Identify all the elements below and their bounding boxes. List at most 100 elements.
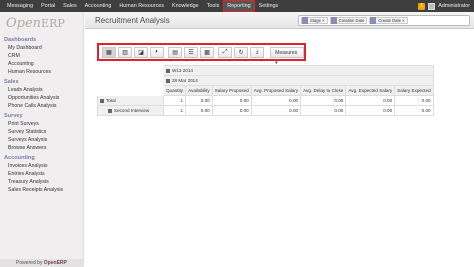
sidebar-item-accounting[interactable]: Accounting (0, 60, 83, 68)
bar-chart-button[interactable]: ▥ (118, 46, 133, 58)
sidebar-item-phone-calls-analysis[interactable]: Phone Calls Analysis (0, 102, 83, 110)
pivot-corner (98, 86, 164, 96)
search-facet[interactable]: Creation Date (329, 17, 368, 24)
download-icon: ⤓ (255, 48, 259, 55)
pivot-measure-header[interactable]: Salary Expected (394, 85, 434, 96)
pivot-cell: 0.00 (394, 95, 434, 106)
pivot-cell: 1 (162, 105, 187, 116)
expand-icon (108, 108, 112, 113)
pivot-view-button[interactable]: ▦ (102, 46, 117, 58)
columns-icon: ▤ (172, 49, 178, 56)
menu-item-accounting[interactable]: Accounting (81, 0, 116, 12)
header-bar: Recruitment Analysis Stage × Creation Dat… (85, 12, 474, 29)
sidebar-item-surveys-analysis[interactable]: Surveys Analysis (0, 136, 83, 144)
line-chart-icon: ◪ (138, 49, 144, 56)
menu-item-reporting[interactable]: Reporting (223, 0, 255, 12)
collapse-icon (100, 98, 104, 103)
pivot-cell: 0.00 (185, 105, 213, 116)
reload-button[interactable]: ↻ (234, 46, 249, 58)
menu-item-human-resources[interactable]: Human Resources (115, 0, 168, 12)
measures-dropdown[interactable]: Measures ▾ (270, 46, 305, 66)
sidebar-section-survey: Survey (4, 113, 23, 119)
logo[interactable]: OpenERP (0, 12, 83, 34)
sidebar-section-sales: Sales (4, 79, 19, 85)
top-menu: Messaging Portal Sales Accounting Human Reso… (0, 0, 282, 12)
pivot-header-row: 28 Mar 2014 (98, 75, 434, 86)
sidebar-item-opportunities-analysis[interactable]: Opportunities Analysis (0, 94, 83, 102)
user-area: 1 Administrator (418, 0, 470, 12)
sidebar-item-my-dashboard[interactable]: My Dashboard (0, 44, 83, 52)
pivot-cell: 0.00 (300, 95, 347, 106)
pivot-row-label: Total (106, 98, 116, 103)
table-row: Total 1 0.00 0.00 0.00 0.00 0.00 0.00 (97, 95, 434, 106)
sidebar-list: Dashboards My Dashboard CRM Accounting Human… (0, 36, 83, 194)
sidebar-item-treasury-analysis[interactable]: Treasury Analysis (0, 178, 83, 186)
sidebar-item-browse-answers[interactable]: Browse Answers (0, 144, 83, 152)
sidebar-item-survey-statistics[interactable]: Survey Statistics (0, 128, 83, 136)
table-row: Second Interview 1 0.00 0.00 0.00 0.00 0.00 0.0… (97, 105, 434, 116)
sidebar: OpenERP Dashboards My Dashboard CRM Account… (0, 12, 84, 267)
user-name[interactable]: Administrator (438, 3, 470, 9)
pivot-measure-header[interactable]: Availability (185, 85, 213, 96)
pivot-cell: 0.00 (250, 95, 302, 106)
heatmap-button[interactable]: ▩ (200, 46, 215, 58)
line-chart-button[interactable]: ◪ (134, 46, 149, 58)
pivot-row-header[interactable]: Total (97, 95, 164, 106)
facet-label: Stage × (310, 18, 325, 23)
collapse-icon (166, 78, 170, 83)
menu-item-messaging[interactable]: Messaging (3, 0, 37, 12)
pie-chart-button[interactable]: ◐ (150, 46, 165, 58)
pivot-measure-row: Quantity Availability Salary Proposed Avg. … (98, 85, 434, 96)
page-title: Recruitment Analysis (95, 16, 170, 25)
menu-item-knowledge[interactable]: Knowledge (168, 0, 203, 12)
facet-label: Create Date × (378, 18, 405, 23)
pivot-cell: 0.00 (345, 105, 396, 116)
expand-rows-button[interactable]: ☰ (184, 46, 199, 58)
avatar[interactable] (428, 2, 436, 10)
sidebar-item-leads-analysis[interactable]: Leads Analysis (0, 86, 83, 94)
logo-part1: Open (6, 16, 42, 31)
pivot-row-header[interactable]: Second Interview (97, 105, 164, 116)
top-menu-bar: Messaging Portal Sales Accounting Human Reso… (0, 0, 474, 12)
pivot-col-sub[interactable]: 28 Mar 2014 (163, 75, 434, 86)
rows-icon: ☰ (188, 49, 194, 56)
pivot-measure-header[interactable]: Salary Proposed (211, 85, 252, 96)
sidebar-item-sales-receipts-analysis[interactable]: Sales Receipts Analysis (0, 186, 83, 194)
pivot-cell: 0.00 (185, 95, 213, 106)
pivot-col-group[interactable]: W13 2014 (163, 65, 434, 76)
sidebar-item-human-resources[interactable]: Human Resources (0, 68, 83, 76)
menu-item-sales[interactable]: Sales (59, 0, 81, 12)
sidebar-item-entries-analysis[interactable]: Entries Analysis (0, 170, 83, 178)
pivot-row-label: Second Interview (114, 108, 150, 113)
pivot-measure-header[interactable]: Avg. Proposed Salary (250, 85, 302, 96)
search-input[interactable]: Stage × Creation Date Create Date × (298, 15, 470, 26)
sidebar-item-crm[interactable]: CRM (0, 52, 83, 60)
table-icon: ▦ (106, 49, 112, 56)
sidebar-item-print-surveys[interactable]: Print Surveys (0, 120, 83, 128)
expand-columns-button[interactable]: ▤ (168, 46, 183, 58)
notification-badge[interactable]: 1 (418, 2, 426, 10)
bar-chart-icon: ▥ (122, 49, 128, 56)
pivot-measure-header[interactable]: Avg. Expected Salary (345, 85, 396, 96)
search-facet[interactable]: Create Date × (369, 17, 408, 24)
sidebar-item-invoices-analysis[interactable]: Invoices Analysis (0, 162, 83, 170)
sidebar-section-dashboards: Dashboards (4, 37, 37, 43)
pivot-cell: 1 (162, 95, 187, 106)
pivot-measure-header[interactable]: Quantity (162, 85, 187, 96)
swap-axis-button[interactable]: ⤢ (218, 46, 233, 58)
footer-prefix: Powered by (16, 260, 43, 266)
footer-brand[interactable]: OpenERP (44, 260, 67, 266)
pivot-col-sub-label: 28 Mar 2014 (172, 78, 198, 83)
grid-icon: ▩ (204, 49, 210, 56)
pivot-toolbar: ▦ ▥ ◪ ◐ ▤ ☰ ▩ ⤢ ↻ ⤓ Measures ▾ (97, 43, 306, 66)
menu-item-tools[interactable]: Tools (203, 0, 224, 12)
refresh-icon: ↻ (238, 49, 244, 56)
menu-item-portal[interactable]: Portal (37, 0, 59, 12)
pivot-header-row: W13 2014 (98, 65, 434, 76)
search-facet[interactable]: Stage × (301, 17, 328, 24)
menu-item-settings[interactable]: Settings (255, 0, 282, 12)
facet-label: Creation Date (338, 18, 365, 23)
pivot-measure-header[interactable]: Avg. Delay to Close (300, 85, 347, 96)
export-button[interactable]: ⤓ (250, 46, 265, 58)
pie-chart-icon: ◐ (155, 49, 159, 55)
